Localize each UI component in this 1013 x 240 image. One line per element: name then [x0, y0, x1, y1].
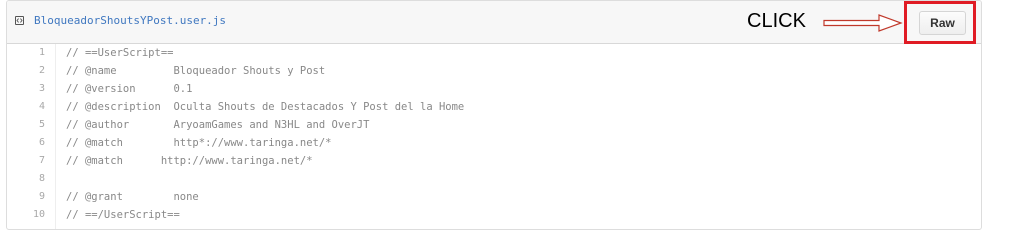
line-number[interactable]: 9 [7, 188, 45, 206]
line-number[interactable]: 4 [7, 98, 45, 116]
code-line: 7 // @match http://www.taringa.net/* [7, 152, 981, 170]
line-number[interactable]: 7 [7, 152, 45, 170]
gutter-divider [55, 44, 56, 229]
code-text: // ==/UserScript== [66, 209, 180, 221]
gist-file: BloqueadorShoutsYPost.user.js 1 // ==User… [6, 0, 982, 230]
line-number[interactable]: 10 [7, 206, 45, 224]
code-line: 10 // ==/UserScript== [7, 206, 981, 224]
file-code-icon [15, 16, 24, 25]
line-number[interactable]: 8 [7, 170, 45, 188]
code-line: 9 // @grant none [7, 188, 981, 206]
code-text: // @match http://www.taringa.net/* [66, 155, 313, 167]
line-number[interactable]: 6 [7, 134, 45, 152]
code-text: // ==UserScript== [66, 47, 174, 59]
code-line: 3 // @version 0.1 [7, 80, 981, 98]
right-arrow-icon [823, 14, 903, 32]
click-annotation-label: CLICK [747, 10, 806, 32]
code-line: 5 // @author AryoamGames and N3HL and Ove… [7, 116, 981, 134]
code-text: // @description Oculta Shouts de Destaca… [66, 101, 465, 113]
line-number[interactable]: 2 [7, 62, 45, 80]
code-line: 4 // @description Oculta Shouts de Destac… [7, 98, 981, 116]
line-number[interactable]: 3 [7, 80, 45, 98]
code-view: 1 // ==UserScript== 2 // @name Bloqueador … [7, 44, 981, 224]
code-line: 1 // ==UserScript== [7, 44, 981, 62]
code-line: 6 // @match http*://www.taringa.net/* [7, 134, 981, 152]
code-line: 8 [7, 170, 981, 188]
code-text: // @name Bloqueador Shouts y Post [66, 65, 326, 77]
code-text: // @match http*://www.taringa.net/* [66, 137, 332, 149]
raw-button[interactable]: Raw [919, 11, 966, 35]
code-text: // @grant none [66, 191, 199, 203]
code-line: 2 // @name Bloqueador Shouts y Post [7, 62, 981, 80]
line-number[interactable]: 5 [7, 116, 45, 134]
file-name-link[interactable]: BloqueadorShoutsYPost.user.js [34, 14, 226, 27]
code-text: // @author AryoamGames and N3HL and Over… [66, 119, 370, 131]
line-number[interactable]: 1 [7, 44, 45, 62]
code-text: // @version 0.1 [66, 83, 193, 95]
